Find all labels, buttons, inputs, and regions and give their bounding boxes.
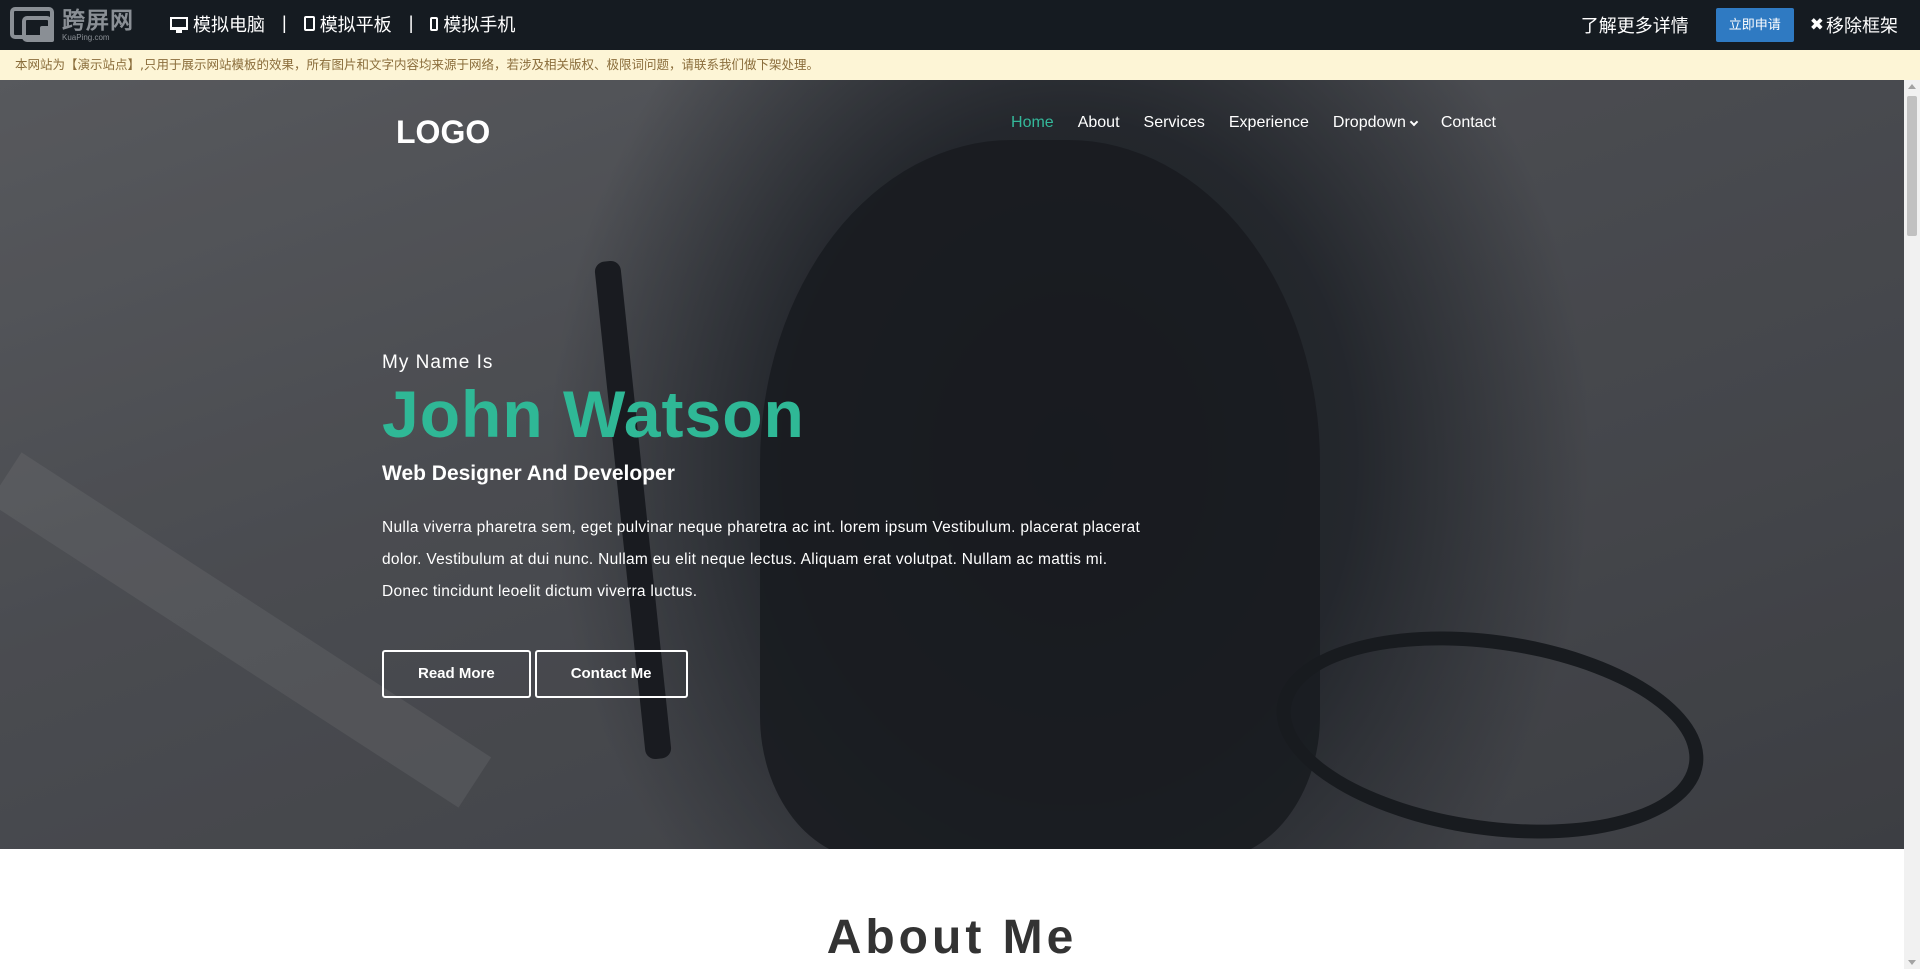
site-logo[interactable]: LOGO <box>396 114 490 151</box>
nav-services[interactable]: Services <box>1144 114 1205 132</box>
hero-section: LOGO Home About Services Experience Drop… <box>0 80 1904 849</box>
nav-dropdown[interactable]: Dropdown <box>1332 114 1419 132</box>
simulate-desktop-button[interactable]: 模拟电脑 <box>170 11 265 37</box>
nav-dropdown-label: Dropdown <box>1332 114 1406 131</box>
hero-buttons: Read More Contact Me <box>382 650 1142 698</box>
separator: | <box>282 13 287 33</box>
kuaping-logo[interactable]: 跨屏网 KuaPing.com <box>10 5 134 45</box>
demo-topbar: 跨屏网 KuaPing.com 模拟电脑 | 模拟平板 | 模拟手机 了解更多详… <box>0 0 1920 50</box>
main-nav: Home About Services Experience Dropdown … <box>987 114 1496 132</box>
simulate-tablet-button[interactable]: 模拟平板 <box>303 11 392 37</box>
phone-icon <box>430 16 439 31</box>
close-icon: ✖ <box>1809 15 1824 34</box>
brand-name: 跨屏网 <box>62 6 134 33</box>
hero-name: John Watson <box>382 377 805 451</box>
kuaping-logo-icon <box>10 7 54 42</box>
simulate-tablet-label: 模拟平板 <box>319 14 392 35</box>
tablet-icon <box>303 16 315 31</box>
apply-button[interactable]: 立即申请 <box>1715 8 1794 42</box>
demo-notice: 本网站为【演示站点】,只用于展示网站模板的效果，所有图片和文字内容均来源于网络，… <box>0 50 1920 80</box>
nav-contact[interactable]: Contact <box>1441 114 1496 132</box>
scroll-up-icon[interactable] <box>1908 84 1916 89</box>
scrollbar-thumb[interactable] <box>1907 96 1917 236</box>
scroll-down-icon[interactable] <box>1908 960 1916 965</box>
chevron-down-icon <box>1409 117 1419 126</box>
learn-more-link[interactable]: 了解更多详情 <box>1581 12 1689 38</box>
topbar-actions: 了解更多详情 立即申请 ✖ 移除框架 <box>1581 0 1920 50</box>
separator: | <box>408 13 414 33</box>
remove-frame-label: 移除框架 <box>1826 16 1898 36</box>
hero-description: Nulla viverra pharetra sem, eget pulvina… <box>382 519 1141 600</box>
simulate-desktop-label: 模拟电脑 <box>193 14 265 35</box>
simulate-phone-label: 模拟手机 <box>443 14 516 35</box>
nav-home[interactable]: Home <box>1011 114 1054 132</box>
device-switcher: 模拟电脑 | 模拟平板 | 模拟手机 <box>170 0 515 47</box>
hero-intro: My Name Is John Watson Web Designer And … <box>382 352 1142 698</box>
nav-about[interactable]: About <box>1078 114 1120 132</box>
contact-me-button[interactable]: Contact Me <box>534 650 688 698</box>
brand-domain: KuaPing.com <box>62 32 110 42</box>
hero-role: Web Designer And Developer <box>382 462 675 485</box>
desktop-icon <box>170 17 188 33</box>
nav-experience[interactable]: Experience <box>1229 114 1309 132</box>
remove-frame-button[interactable]: ✖ 移除框架 <box>1810 12 1898 38</box>
simulate-phone-button[interactable]: 模拟手机 <box>430 11 515 37</box>
page-scrollbar[interactable] <box>1904 80 1920 969</box>
hero-kicker: My Name Is <box>382 352 494 373</box>
about-section-title: About Me <box>826 911 1078 964</box>
read-more-button[interactable]: Read More <box>382 650 531 698</box>
